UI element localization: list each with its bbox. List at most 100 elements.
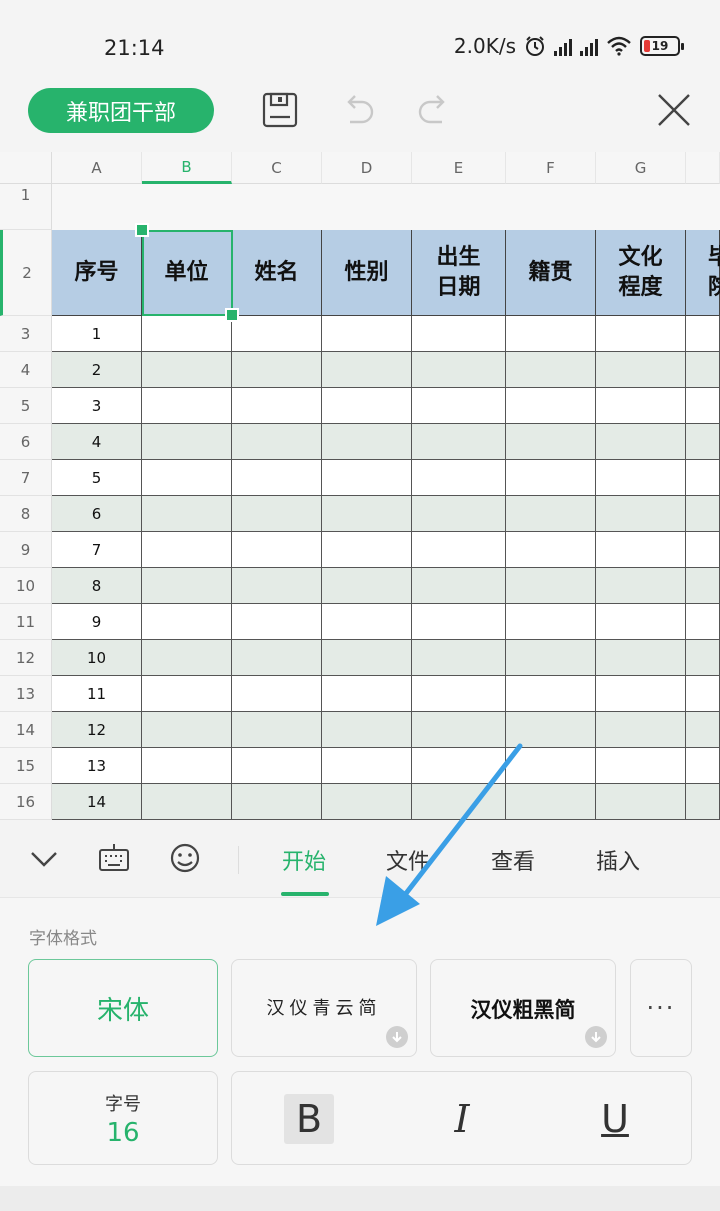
row-header[interactable]: 1: [0, 184, 52, 230]
table-cell[interactable]: [686, 640, 720, 676]
serial-cell[interactable]: 11: [52, 676, 142, 712]
chevron-down-icon[interactable]: [26, 840, 62, 876]
table-cell[interactable]: [596, 352, 686, 388]
table-cell[interactable]: [322, 424, 412, 460]
table-cell[interactable]: [232, 496, 322, 532]
table-cell[interactable]: [142, 496, 232, 532]
table-cell[interactable]: [506, 640, 596, 676]
header-cell[interactable]: 毕 院: [686, 230, 720, 316]
table-cell[interactable]: [322, 388, 412, 424]
table-cell[interactable]: [412, 604, 506, 640]
column-header-a[interactable]: A: [52, 152, 142, 184]
tab-view[interactable]: 查看: [491, 844, 535, 876]
close-icon[interactable]: [654, 90, 694, 130]
table-cell[interactable]: [506, 604, 596, 640]
table-cell[interactable]: [686, 460, 720, 496]
table-cell[interactable]: [412, 460, 506, 496]
row-header[interactable]: 3: [0, 316, 52, 352]
table-cell[interactable]: [232, 352, 322, 388]
table-cell[interactable]: [506, 784, 596, 820]
table-cell[interactable]: [412, 712, 506, 748]
empty-row-1[interactable]: [52, 184, 720, 230]
table-cell[interactable]: [506, 460, 596, 496]
table-cell[interactable]: [506, 676, 596, 712]
keyboard-icon[interactable]: [96, 840, 132, 876]
table-cell[interactable]: [412, 424, 506, 460]
column-header-e[interactable]: E: [412, 152, 506, 184]
serial-cell[interactable]: 9: [52, 604, 142, 640]
table-cell[interactable]: [686, 712, 720, 748]
tab-file[interactable]: 文件: [386, 844, 430, 876]
column-header-h[interactable]: [686, 152, 720, 184]
download-icon[interactable]: [386, 1026, 408, 1048]
table-cell[interactable]: [142, 352, 232, 388]
table-cell[interactable]: [506, 496, 596, 532]
table-cell[interactable]: [596, 532, 686, 568]
table-cell[interactable]: [232, 676, 322, 712]
column-header-g[interactable]: G: [596, 152, 686, 184]
row-header[interactable]: 10: [0, 568, 52, 604]
row-header[interactable]: 5: [0, 388, 52, 424]
more-fonts-button[interactable]: ···: [630, 959, 692, 1057]
column-header-b[interactable]: B: [142, 152, 232, 184]
download-icon[interactable]: [585, 1026, 607, 1048]
serial-cell[interactable]: 3: [52, 388, 142, 424]
table-cell[interactable]: [412, 784, 506, 820]
table-cell[interactable]: [596, 676, 686, 712]
table-cell[interactable]: [322, 316, 412, 352]
row-header[interactable]: 14: [0, 712, 52, 748]
column-header-d[interactable]: D: [322, 152, 412, 184]
table-cell[interactable]: [232, 568, 322, 604]
table-cell[interactable]: [596, 496, 686, 532]
header-cell[interactable]: 性别: [322, 230, 412, 316]
table-cell[interactable]: [506, 568, 596, 604]
table-cell[interactable]: [686, 388, 720, 424]
font-option-cuhei[interactable]: 汉仪粗黑简: [430, 959, 616, 1057]
serial-cell[interactable]: 4: [52, 424, 142, 460]
table-cell[interactable]: [412, 640, 506, 676]
table-cell[interactable]: [686, 784, 720, 820]
header-cell[interactable]: 单位: [142, 230, 232, 316]
font-size-button[interactable]: 字号 16: [28, 1071, 218, 1165]
table-cell[interactable]: [142, 748, 232, 784]
serial-cell[interactable]: 10: [52, 640, 142, 676]
underline-button[interactable]: U: [590, 1094, 640, 1144]
font-option-songti[interactable]: 宋体: [28, 959, 218, 1057]
table-cell[interactable]: [322, 604, 412, 640]
table-cell[interactable]: [142, 604, 232, 640]
row-header[interactable]: 8: [0, 496, 52, 532]
row-header[interactable]: 6: [0, 424, 52, 460]
table-cell[interactable]: [322, 352, 412, 388]
serial-cell[interactable]: 7: [52, 532, 142, 568]
table-cell[interactable]: [322, 676, 412, 712]
table-cell[interactable]: [686, 316, 720, 352]
row-header[interactable]: 15: [0, 748, 52, 784]
table-cell[interactable]: [142, 460, 232, 496]
undo-icon[interactable]: [338, 90, 378, 130]
table-cell[interactable]: [232, 748, 322, 784]
table-cell[interactable]: [412, 532, 506, 568]
table-cell[interactable]: [596, 604, 686, 640]
table-cell[interactable]: [322, 640, 412, 676]
table-cell[interactable]: [142, 388, 232, 424]
table-cell[interactable]: [412, 316, 506, 352]
table-cell[interactable]: [596, 784, 686, 820]
table-cell[interactable]: [412, 568, 506, 604]
table-cell[interactable]: [322, 460, 412, 496]
table-cell[interactable]: [506, 712, 596, 748]
table-cell[interactable]: [232, 424, 322, 460]
table-cell[interactable]: [232, 712, 322, 748]
row-header[interactable]: 11: [0, 604, 52, 640]
table-cell[interactable]: [322, 712, 412, 748]
table-cell[interactable]: [412, 352, 506, 388]
document-title-button[interactable]: 兼职团干部: [28, 88, 214, 133]
table-cell[interactable]: [412, 676, 506, 712]
serial-cell[interactable]: 8: [52, 568, 142, 604]
serial-cell[interactable]: 14: [52, 784, 142, 820]
table-cell[interactable]: [142, 316, 232, 352]
table-cell[interactable]: [686, 568, 720, 604]
table-cell[interactable]: [232, 460, 322, 496]
table-cell[interactable]: [506, 748, 596, 784]
tab-home[interactable]: 开始: [282, 844, 326, 876]
select-all-corner[interactable]: [0, 152, 52, 184]
